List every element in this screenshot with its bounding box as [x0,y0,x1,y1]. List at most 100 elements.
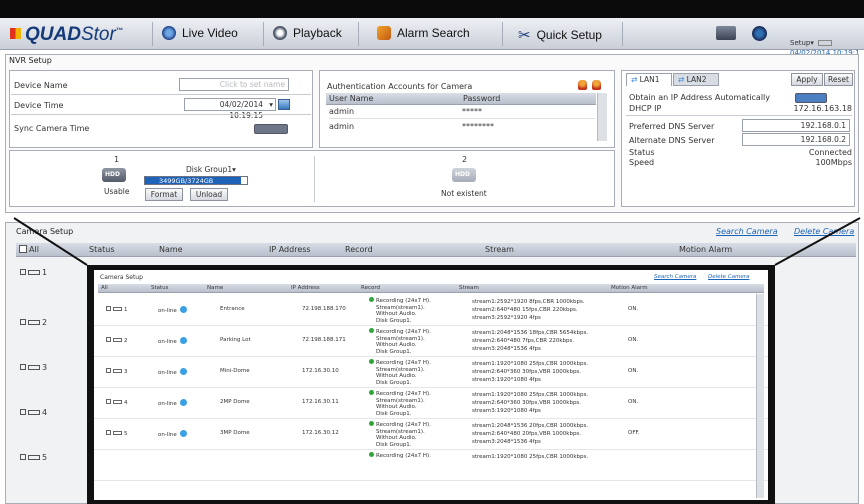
stream-line: stream1:1920*1080 25fps,CBR 1000kbps. [472,361,589,367]
stream-line: stream2:640*480 7fps,CBR 220kbps. [472,338,575,344]
zoom-row-motion: ON. [628,306,639,312]
status-text: on-line [158,432,177,438]
zoom-row-name: Mini-Dome [220,368,250,374]
stream-line: stream1:1920*1080 25fps,CBR 1000kbps. [472,454,589,460]
zoom-camera-row[interactable]: 4 on-line 2MP Dome 172.16.30.11 ON. Recording… [94,388,768,419]
zoom-row-ip: 72.198.188.170 [302,306,346,312]
zoom-header-all[interactable]: All [98,284,148,292]
stream-line: stream3:2048*1536 4fps [472,346,541,352]
row-checkbox[interactable] [106,337,111,342]
zoom-row-stream: stream1:1920*1080 25fps,CBR 1000kbps. [472,453,588,461]
record-line: Disk Group1. [376,379,412,386]
record-line: Disk Group1. [376,317,412,324]
info-icon[interactable] [179,430,187,437]
zoom-header-record: Record [361,285,381,291]
row-checkbox[interactable] [106,368,111,373]
recording-dot-icon [369,390,374,395]
zoom-row-status: on-line [158,368,187,376]
stream-line: stream3:2592*1920 4fps [472,315,541,321]
zoom-header-motion: Motion Alarm [611,285,648,291]
zoom-row-select[interactable]: 4 [106,399,128,406]
status-text: on-line [158,401,177,407]
camera-icon [113,431,122,435]
zoom-camera-row[interactable]: 1 on-line Entrance 72.198.188.170 ON. Recordi… [94,295,768,326]
zoom-row-stream: stream1:2048*1536 20fps,CBR 1000kbps. str… [472,422,588,446]
zoom-row-stream: stream1:2592*1920 8fps,CBR 1000kbps. stre… [472,298,585,322]
record-line: Stream(stream1). [376,304,425,311]
record-line: Stream(stream1). [376,428,425,435]
zoom-row-record: Recording (24x7 H). Stream(stream1). Witho… [369,359,431,386]
zoom-title: Camera Setup [100,274,143,281]
stream-line: stream2:640*480 20fps,VBR 1000kbps. [472,431,582,437]
status-text: on-line [158,339,177,345]
record-line: Recording (24x7 H). [376,422,431,428]
zoomed-camera-setup: Camera Setup Search Camera Delete Camera… [94,270,768,500]
row-checkbox[interactable] [106,306,111,311]
zoom-row-motion: ON. [628,399,639,405]
stream-line: stream3:2048*1536 4fps [472,439,541,445]
row-checkbox[interactable] [106,430,111,435]
zoom-row-ip: 72.198.188.171 [302,337,346,343]
record-line: Stream(stream1). [376,335,425,342]
info-icon[interactable] [179,337,187,344]
record-line: Stream(stream1). [376,397,425,404]
stream-line: stream1:2592*1920 8fps,CBR 1000kbps. [472,299,585,305]
zoom-row-name: Parking Lot [220,337,251,343]
zoom-row-motion: ON. [628,337,639,343]
stream-line: stream1:1920*1080 25fps,CBR 1000kbps. [472,392,589,398]
camera-icon [113,307,122,311]
record-line: Recording (24x7 H). [376,360,431,366]
zoom-row-select[interactable]: 5 [106,430,128,437]
zoom-row-select[interactable]: 2 [106,337,128,344]
record-line: Without Audio. [376,404,417,410]
zoom-row-stream: stream1:1920*1080 25fps,CBR 1000kbps. str… [472,360,588,384]
stream-line: stream1:2048*1536 20fps,CBR 1000kbps. [472,423,589,429]
zoom-row-record: Recording (24x7 H). Stream(stream1). Witho… [369,297,431,324]
zoom-camera-row[interactable]: 2 on-line Parking Lot 72.198.188.171 ON. Reco… [94,326,768,357]
camera-icon [113,369,122,373]
zoom-camera-row[interactable]: Recording (24x7 H). stream1:1920*1080 25f… [94,450,768,481]
zoom-row-stream: stream1:1920*1080 25fps,CBR 1000kbps. str… [472,391,588,415]
record-line: Recording (24x7 H). [376,391,431,397]
stream-line: stream3:1920*1080 4fps [472,377,541,383]
zoom-camera-row[interactable]: 3 on-line Mini-Dome 172.16.30.10 ON. Recordin… [94,357,768,388]
stream-line: stream2:640*360 30fps,VBR 1000kbps. [472,400,582,406]
zoom-row-name: 3MP Dome [220,430,250,436]
stream-line: stream3:1920*1080 4fps [472,408,541,414]
zoom-row-motion: OFF. [628,430,640,436]
zoom-row-status: on-line [158,399,187,407]
zoom-header-ip: IP Address [291,285,320,291]
camera-icon [113,400,122,404]
zoom-row-select[interactable]: 3 [106,368,128,375]
zoom-row-ip: 172.16.30.12 [302,430,339,436]
zoom-scrollbar[interactable] [756,294,764,498]
zoom-row-status: on-line [158,337,187,345]
info-icon[interactable] [179,399,187,406]
recording-dot-icon [369,297,374,302]
status-text: on-line [158,370,177,376]
zoom-row-motion: ON. [628,368,639,374]
record-line: Recording (24x7 H). [376,298,431,304]
zoom-delete-camera-link[interactable]: Delete Camera [708,274,749,280]
zoom-camera-row[interactable]: 5 on-line 3MP Dome 172.16.30.12 OFF. Recordin… [94,419,768,450]
zoom-row-record: Recording (24x7 H). Stream(stream1). Witho… [369,390,431,417]
zoom-table-header: All Status Name IP Address Record Stream… [98,284,764,293]
recording-dot-icon [369,452,374,457]
zoom-search-camera-link[interactable]: Search Camera [654,274,696,280]
info-icon[interactable] [179,368,187,375]
row-number: 2 [124,338,128,344]
row-checkbox[interactable] [106,399,111,404]
record-line: Disk Group1. [376,348,412,355]
zoom-row-name: Entrance [220,306,245,312]
camera-icon [113,338,122,342]
zoom-row-record: Recording (24x7 H). Stream(stream1). Witho… [369,421,431,448]
zoom-row-status: on-line [158,430,187,438]
record-line: Stream(stream1). [376,366,425,373]
stream-line: stream1:2048*1536 18fps,CBR 5654kbps. [472,330,589,336]
info-icon[interactable] [179,306,187,313]
zoom-header-status: Status [151,285,169,291]
zoom-row-select[interactable]: 1 [106,306,128,313]
record-line: Without Audio. [376,373,417,379]
row-number: 3 [124,369,128,375]
record-line: Disk Group1. [376,410,412,417]
